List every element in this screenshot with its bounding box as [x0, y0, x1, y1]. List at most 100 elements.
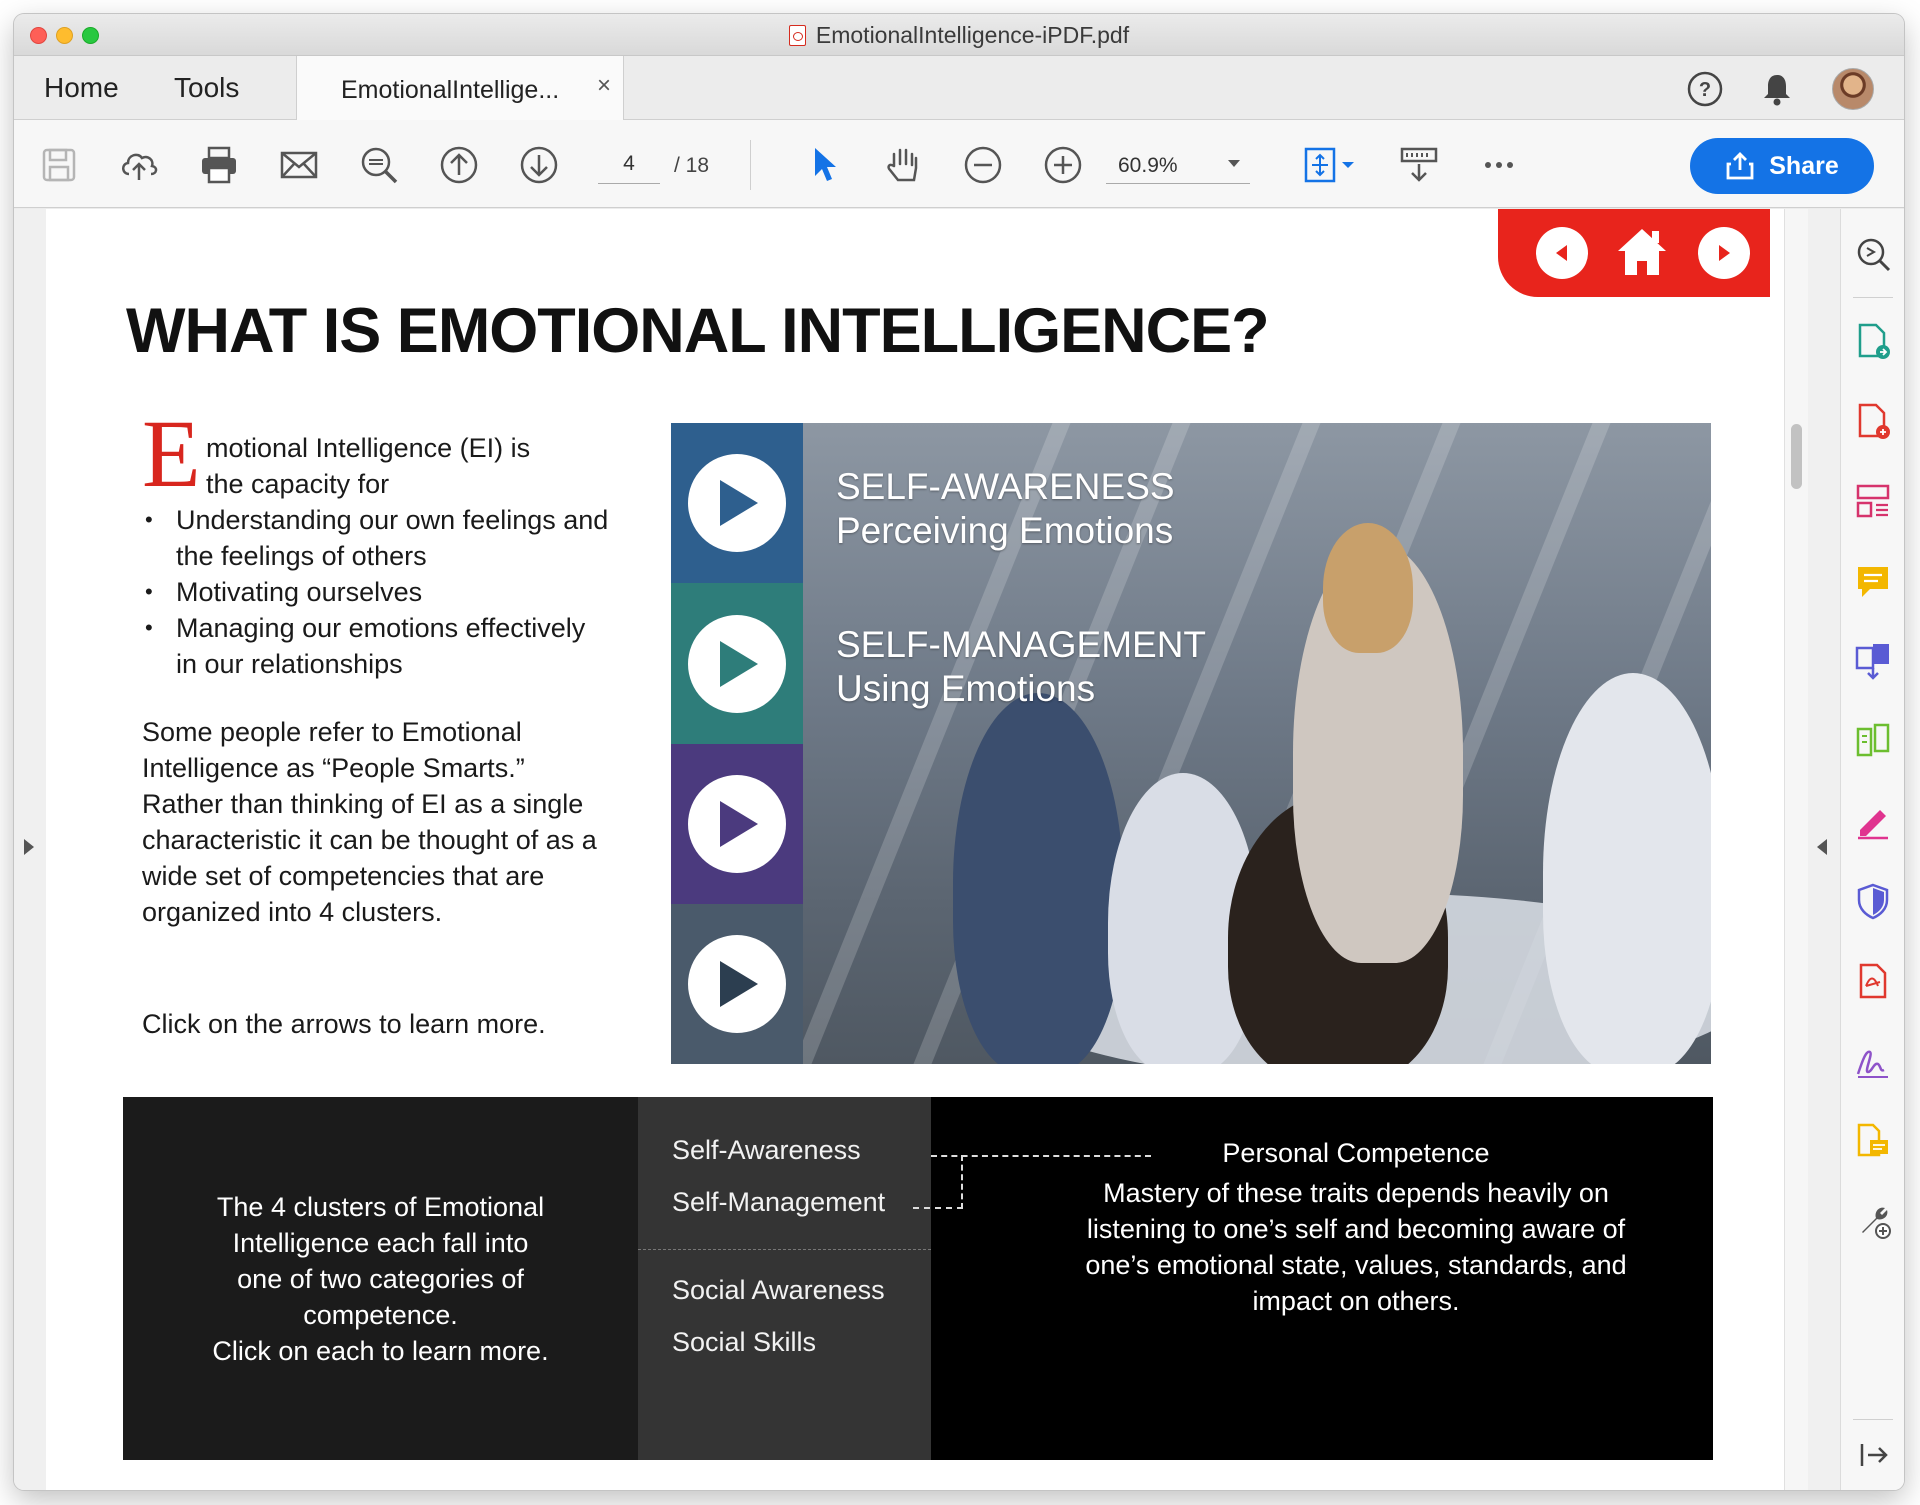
tab-home[interactable]: Home	[44, 56, 119, 120]
export-pdf-icon[interactable]	[1851, 319, 1895, 363]
play-icon	[720, 801, 758, 847]
collapse-panel-icon[interactable]	[1851, 1433, 1895, 1477]
signature-icon[interactable]	[1851, 1039, 1895, 1083]
send-review-icon[interactable]	[1851, 1119, 1895, 1163]
fill-sign-icon[interactable]	[1851, 799, 1895, 843]
hand-icon[interactable]	[880, 142, 926, 188]
more-tools-icon[interactable]	[1851, 1199, 1895, 1243]
competence-line: impact on others.	[1252, 1286, 1460, 1316]
select-cursor-icon[interactable]	[800, 142, 846, 188]
search-zoom-icon[interactable]	[1851, 233, 1895, 277]
competence-line: one’s emotional state, values, standards…	[1085, 1250, 1627, 1280]
email-icon[interactable]	[276, 142, 322, 188]
share-button[interactable]: Share	[1690, 138, 1874, 194]
scroll-mode-icon[interactable]	[1396, 142, 1442, 188]
previous-page-button[interactable]	[1536, 227, 1588, 279]
click-arrows-note: Click on the arrows to learn more.	[142, 1009, 546, 1039]
scrollbar-thumb[interactable]	[1791, 424, 1802, 489]
toolbar: / 18 60.9% Share	[14, 120, 1904, 208]
tab-tools[interactable]: Tools	[174, 56, 239, 120]
fit-page-icon[interactable]	[1300, 142, 1360, 188]
notifications-bell-icon[interactable]	[1758, 70, 1796, 108]
self-awareness-tile[interactable]	[671, 423, 803, 583]
label-heading: SELF-MANAGEMENT	[836, 624, 1207, 665]
triangle-right-icon	[1719, 245, 1730, 261]
zoom-out-icon[interactable]	[960, 142, 1006, 188]
tools-pane	[1840, 209, 1904, 1490]
cluster-self-awareness[interactable]: Self-Awareness	[672, 1135, 861, 1166]
find-icon[interactable]	[356, 142, 402, 188]
clusters-intro-line: Intelligence each fall into	[232, 1227, 529, 1258]
more-icon[interactable]	[1476, 142, 1522, 188]
expand-left-panel-icon	[24, 839, 34, 855]
list-item: Managing our emotions effectively in our…	[142, 610, 612, 682]
cluster-social-skills[interactable]: Social Skills	[672, 1327, 816, 1358]
drop-cap: E	[142, 400, 201, 507]
connector-line	[913, 1207, 963, 1209]
page-total: / 18	[674, 154, 710, 177]
cluster-self-management[interactable]: Self-Management	[672, 1187, 885, 1218]
social-skills-tile[interactable]	[671, 904, 803, 1064]
panel-divider	[1853, 297, 1893, 298]
window-title: EmotionalIntelligence-iPDF.pdf	[14, 14, 1904, 56]
competence-line: Mastery of these traits depends heavily …	[1103, 1178, 1609, 1208]
tab-bar: Home Tools EmotionalIntellige... × ?	[14, 56, 1904, 120]
competence-description: Personal Competence Mastery of these tra…	[1076, 1135, 1636, 1319]
connector-line	[961, 1155, 963, 1209]
next-page-button[interactable]	[1698, 227, 1750, 279]
tab-document[interactable]: EmotionalIntellige... ×	[296, 56, 624, 120]
comment-icon[interactable]	[1851, 559, 1895, 603]
clusters-intro-line: The 4 clusters of Emotional	[216, 1191, 545, 1222]
save-icon[interactable]	[36, 142, 82, 188]
close-tab-icon[interactable]: ×	[597, 72, 611, 100]
clusters-intro-line: one of two categories of	[237, 1263, 524, 1294]
compare-icon[interactable]	[1851, 719, 1895, 763]
left-panel-toggle[interactable]	[14, 209, 46, 1490]
pdf-file-icon	[788, 24, 806, 46]
zoom-dropdown[interactable]: 60.9%	[1106, 144, 1250, 184]
page-down-icon[interactable]	[516, 142, 562, 188]
self-management-tile[interactable]	[671, 583, 803, 744]
upload-icon[interactable]	[116, 142, 162, 188]
zoom-value: 60.9%	[1118, 154, 1178, 177]
right-panel-toggle[interactable]	[1808, 209, 1840, 1490]
pdf-page: WHAT IS EMOTIONAL INTELLIGENCE? E motion…	[46, 209, 1784, 1490]
combine-files-icon[interactable]	[1851, 639, 1895, 683]
intro-line-1: motional Intelligence (EI) is	[206, 433, 531, 463]
pdf-file-icon[interactable]	[1851, 959, 1895, 1003]
share-label: Share	[1769, 151, 1839, 180]
user-avatar[interactable]	[1832, 68, 1874, 110]
self-awareness-label: SELF-AWARENESS Perceiving Emotions	[836, 465, 1175, 553]
page-number-input[interactable]	[598, 144, 660, 184]
people-smarts-paragraph: Some people refer to Emotional Intellige…	[142, 717, 597, 927]
clusters-divider	[638, 1249, 931, 1251]
page-up-icon[interactable]	[436, 142, 482, 188]
app-window: EmotionalIntelligence-iPDF.pdf Home Tool…	[14, 14, 1904, 1490]
help-icon[interactable]: ?	[1686, 70, 1724, 108]
play-icon	[720, 961, 758, 1007]
organize-pages-icon[interactable]	[1851, 479, 1895, 523]
document-tab-label: EmotionalIntellige...	[341, 76, 560, 104]
vertical-scrollbar[interactable]	[1784, 209, 1808, 1490]
social-awareness-tile[interactable]	[671, 744, 803, 904]
clusters-intro-line: competence.	[303, 1299, 458, 1330]
panel-divider	[1853, 1419, 1893, 1420]
home-button[interactable]	[1614, 223, 1670, 281]
protect-icon[interactable]	[1851, 879, 1895, 923]
window-title-text: EmotionalIntelligence-iPDF.pdf	[815, 21, 1130, 48]
chevron-down-icon	[1228, 160, 1240, 167]
play-button[interactable]	[688, 935, 786, 1033]
list-item: Motivating ourselves	[142, 574, 612, 610]
create-pdf-icon[interactable]	[1851, 399, 1895, 443]
triangle-left-icon	[1556, 245, 1567, 261]
play-button[interactable]	[688, 775, 786, 873]
document-area: WHAT IS EMOTIONAL INTELLIGENCE? E motion…	[14, 209, 1904, 1490]
zoom-in-icon[interactable]	[1040, 142, 1086, 188]
home-icon	[1618, 229, 1666, 275]
play-button[interactable]	[688, 614, 786, 713]
print-icon[interactable]	[196, 142, 242, 188]
play-button[interactable]	[688, 454, 786, 552]
capacity-list: Understanding our own feelings and the f…	[142, 502, 612, 682]
cluster-social-awareness[interactable]: Social Awareness	[672, 1275, 885, 1306]
toolbar-divider	[750, 140, 751, 190]
